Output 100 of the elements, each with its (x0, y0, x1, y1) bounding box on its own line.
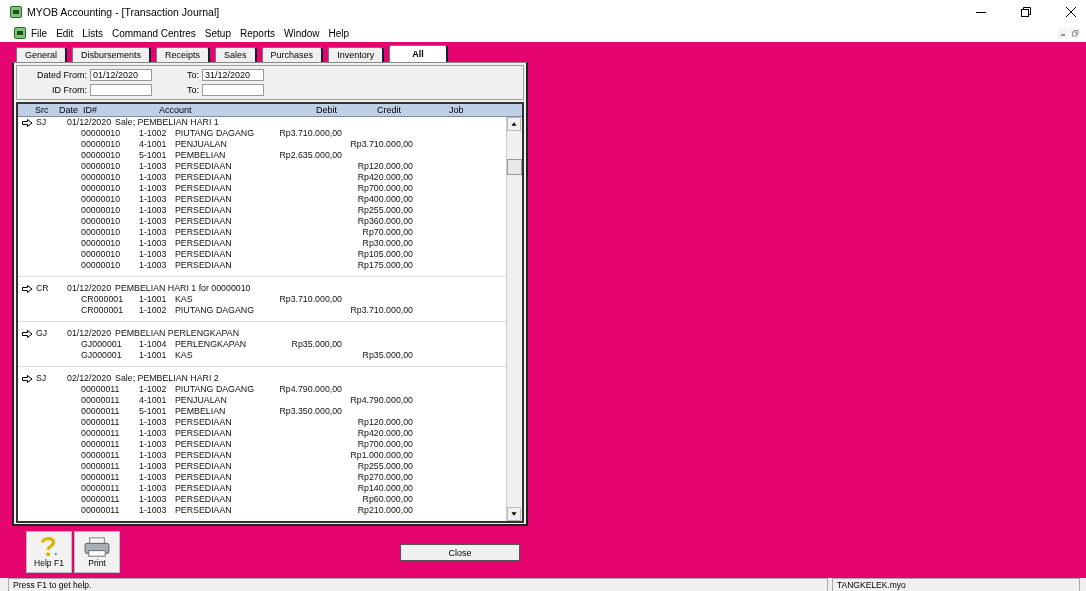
menu-item[interactable]: Lists (82, 27, 103, 39)
table-cell-text: 1-1003 (139, 238, 168, 249)
table-cell-text: PERSEDIAAN (175, 238, 233, 249)
table-cell-text: 00000010 (81, 150, 122, 161)
table-cell-text: Rp35.000,00 (290, 339, 342, 350)
table-cell-text: Rp3.710.000,00 (349, 305, 413, 316)
table-cell-text: PERSEDIAAN (175, 505, 233, 516)
table-cell-text: Rp1.000.000,00 (349, 450, 413, 461)
close-button[interactable]: Close (400, 544, 520, 561)
menu-item[interactable]: Reports (240, 27, 275, 39)
column-header[interactable]: Src (35, 104, 59, 116)
table-cell-text: 00000011 (81, 384, 121, 395)
scrollbar[interactable] (506, 117, 522, 521)
table-cell-text: Rp210.000,00 (356, 505, 413, 516)
table-cell-text: PEMBELIAN (175, 406, 227, 417)
column-header[interactable]: Job (449, 104, 464, 116)
table-cell: 01/12/2020 (67, 117, 112, 128)
table-cell-text: Rp4.790.000,00 (278, 384, 342, 395)
table-cell-text: 00000011 (81, 406, 121, 417)
table-cell-text: KAS (175, 350, 194, 361)
table-cell-text: 5-1001 (139, 150, 168, 161)
menu-item[interactable]: Setup (204, 27, 231, 39)
menu-item[interactable]: Command Centres (111, 27, 196, 39)
table-cell-text: Rp700.000,00 (356, 439, 413, 450)
table-cell-text: 1-1003 (139, 172, 168, 183)
table-cell-text: PIUTANG DAGANG (175, 128, 256, 139)
column-header[interactable]: Account (159, 104, 316, 116)
table-cell-text: GJ (36, 328, 49, 339)
table-cell-text: Rp120.000,00 (356, 161, 413, 172)
table-cell-text: Rp70.000,00 (361, 227, 413, 238)
scroll-thumb[interactable] (507, 159, 522, 175)
arrow-icon[interactable] (22, 118, 33, 127)
table-cell-text: 00000010 (81, 161, 122, 172)
menu-item[interactable]: Help (328, 27, 350, 39)
table-cell-text: 1-1003 (139, 494, 168, 505)
input-field[interactable] (202, 84, 264, 96)
table-cell: PEMBELIAN HARI 1 for 00000010 (115, 283, 251, 294)
tab[interactable]: General (16, 47, 68, 62)
table-cell-text: 1-1001 (139, 294, 168, 305)
tab[interactable]: Receipts (156, 47, 211, 62)
table-cell-text: 00000011 (81, 461, 121, 472)
tab[interactable]: Purchases (261, 47, 324, 62)
table-cell-text: Rp35.000,00 (361, 350, 413, 361)
table-cell: 01/12/2020 (67, 328, 112, 339)
column-header[interactable]: Debit (316, 104, 377, 116)
table-cell-text: 00000010 (81, 172, 122, 183)
table-cell-text: 1-1002 (139, 384, 168, 395)
table-cell-text: CR (36, 283, 50, 294)
arrow-icon[interactable] (22, 284, 33, 293)
table-cell-text: PEMBELIAN (175, 150, 227, 161)
column-header[interactable]: Date (59, 104, 83, 116)
table-cell-text: 1-1003 (139, 461, 168, 472)
table-cell-text: PERSEDIAAN (175, 428, 233, 439)
table-cell-text: 00000011 (81, 428, 121, 439)
field-label: To: (186, 85, 200, 95)
column-header[interactable]: Credit (377, 104, 449, 116)
arrow-icon[interactable] (22, 329, 33, 338)
menu-item[interactable]: File (31, 27, 48, 39)
table-cell-text: Rp140.000,00 (356, 483, 413, 494)
table-cell-text: 00000011 (81, 417, 121, 428)
table-cell-text: PERSEDIAAN (175, 216, 233, 227)
table-cell-text: 1-1003 (139, 260, 168, 271)
arrow-icon[interactable] (22, 374, 33, 383)
table-cell-text: 00000010 (81, 194, 122, 205)
print-button[interactable]: Print (74, 531, 120, 573)
scroll-up-icon[interactable] (507, 117, 521, 131)
table-cell-text: PERSEDIAAN (175, 172, 233, 183)
table-cell-text: CR000001 (81, 294, 125, 305)
table-cell-text: 1-1002 (139, 128, 168, 139)
menu-item[interactable]: Edit (56, 27, 74, 39)
table-cell-text: PERSEDIAAN (175, 227, 233, 238)
tab[interactable]: Disbursements (72, 47, 152, 62)
table-cell-text: 00000010 (81, 238, 122, 249)
field-label: Dated From: (36, 70, 88, 80)
close-icon[interactable] (1066, 7, 1076, 17)
scroll-down-icon[interactable] (507, 507, 521, 521)
tab[interactable]: Sales (215, 47, 257, 62)
table-cell-text: 00000011 (81, 450, 121, 461)
table-cell-text: Rp30.000,00 (361, 238, 413, 249)
document-icon[interactable] (14, 27, 26, 39)
input-field[interactable]: 01/12/2020 (90, 69, 152, 81)
menu-item[interactable]: Window (284, 27, 320, 39)
table-cell: 01/12/2020 (67, 283, 112, 294)
table-cell-text: 1-1003 (139, 227, 168, 238)
input-field[interactable] (90, 84, 152, 96)
restore-icon[interactable] (1021, 7, 1031, 17)
help-button[interactable]: Help F1 (26, 531, 72, 573)
table-cell-text: PERSEDIAAN (175, 417, 233, 428)
tab[interactable]: All (389, 45, 448, 62)
table-cell-text: GJ000001 (81, 339, 123, 350)
table-cell-text: 1-1003 (139, 161, 168, 172)
table-cell-text: 1-1004 (139, 339, 168, 350)
tab[interactable]: Inventory (328, 47, 385, 62)
input-field[interactable]: 31/12/2020 (202, 69, 264, 81)
table-cell-text: 00000011 (81, 395, 121, 406)
table-cell-text: Rp255.000,00 (356, 461, 413, 472)
table-cell-text: 1-1003 (139, 249, 168, 260)
column-header[interactable]: ID# (83, 104, 159, 116)
table-cell-text: 1-1003 (139, 205, 168, 216)
table-cell-text: CR000001 (81, 305, 125, 316)
